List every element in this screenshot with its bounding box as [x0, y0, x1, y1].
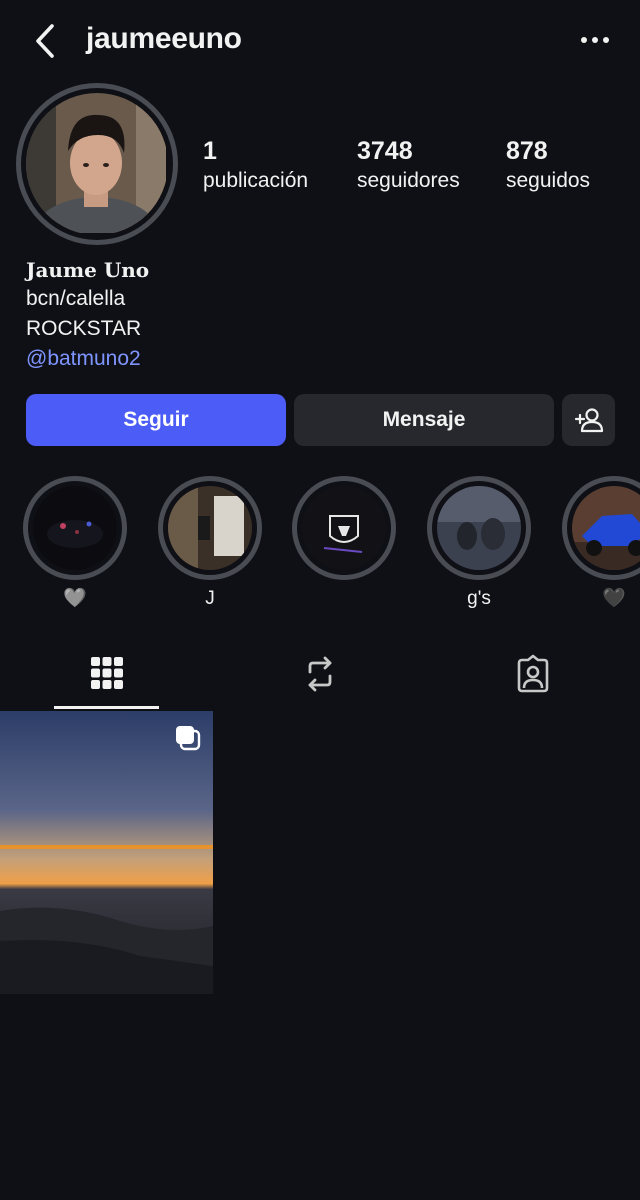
- profile-tabs: [0, 640, 640, 710]
- highlight-cover: [437, 486, 521, 570]
- add-user-icon: [574, 408, 603, 433]
- posts-label: publicación: [203, 169, 309, 192]
- posts-count: 1: [203, 137, 217, 165]
- more-horizontal-icon: [581, 37, 609, 43]
- bio-line-2: ROCKSTAR: [26, 317, 142, 340]
- profile-username: jaumeeuno: [86, 22, 242, 55]
- followers-label: seguidores: [357, 169, 460, 192]
- highlight-ring[interactable]: [562, 476, 640, 580]
- highlight-item[interactable]: g's: [427, 476, 531, 612]
- highlight-item[interactable]: 🖤: [562, 476, 640, 612]
- highlight-ring[interactable]: [427, 476, 531, 580]
- tagged-icon: [517, 654, 548, 693]
- highlight-ring[interactable]: [158, 476, 262, 580]
- suggested-users-button[interactable]: [562, 394, 615, 446]
- more-options-button[interactable]: [578, 28, 612, 52]
- highlight-label: [292, 586, 396, 612]
- highlight-ring[interactable]: [23, 476, 127, 580]
- following-count: 878: [506, 137, 548, 165]
- follow-button[interactable]: Seguir: [26, 394, 286, 446]
- posts-stat[interactable]: 1 publicación: [203, 136, 308, 196]
- highlight-item[interactable]: 🩶: [23, 476, 127, 612]
- highlight-cover: [302, 486, 386, 570]
- bio-line-1: bcn/calella: [26, 287, 126, 310]
- back-button[interactable]: [30, 22, 62, 60]
- highlight-cover: [572, 486, 640, 570]
- profile-bio: Jaume Uno bcn/calella ROCKSTAR @batmuno2: [26, 256, 426, 374]
- tab-reposts[interactable]: [213, 640, 426, 710]
- chevron-left-icon: [36, 24, 54, 58]
- following-label: seguidos: [506, 169, 591, 192]
- highlight-label: 🖤: [602, 588, 626, 609]
- highlight-label: J: [205, 588, 215, 609]
- following-stat[interactable]: 878 seguidos: [506, 136, 590, 196]
- followers-count: 3748: [357, 137, 413, 165]
- tab-tagged[interactable]: [426, 640, 639, 710]
- highlight-item[interactable]: [292, 476, 396, 612]
- highlight-item[interactable]: J: [158, 476, 262, 612]
- profile-header: jaumeeuno: [0, 0, 640, 82]
- active-tab-indicator: [54, 706, 159, 709]
- highlight-cover: [168, 486, 252, 570]
- tab-posts-grid[interactable]: [0, 640, 213, 710]
- highlight-ring[interactable]: [292, 476, 396, 580]
- message-button[interactable]: Mensaje: [294, 394, 554, 446]
- post-thumbnail[interactable]: [0, 711, 213, 994]
- highlight-cover: [33, 486, 117, 570]
- grid-icon: [90, 657, 123, 689]
- carousel-icon: [176, 726, 201, 751]
- display-name: Jaume Uno: [26, 258, 150, 282]
- avatar-image: [26, 93, 168, 235]
- highlight-label: 🩶: [63, 588, 87, 609]
- highlight-label: g's: [467, 588, 491, 609]
- reels-repost-icon: [308, 656, 331, 692]
- bio-mention-link[interactable]: @batmuno2: [26, 344, 426, 374]
- profile-avatar[interactable]: [16, 83, 178, 245]
- followers-stat[interactable]: 3748 seguidores: [357, 136, 460, 196]
